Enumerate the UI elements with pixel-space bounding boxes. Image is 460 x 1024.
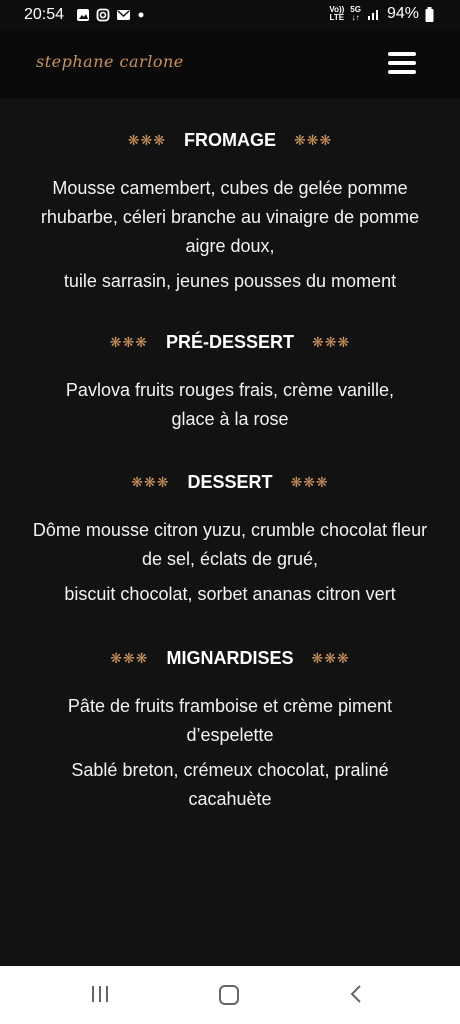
mail-icon	[117, 10, 130, 20]
dish-description: Mousse camembert, cubes de gelée pomme r…	[40, 178, 420, 256]
instagram-icon	[96, 8, 110, 22]
section-title: FROMAGE	[184, 129, 276, 150]
dish-description: Dôme mousse citron yuzu, crumble chocola…	[32, 520, 428, 569]
network-indicator: 5G ↓↑	[350, 5, 361, 22]
status-indicators: Vo)) LTE 5G ↓↑ 94%	[329, 5, 434, 23]
battery-percent: 94%	[386, 5, 419, 22]
menu-section-pre-dessert: ❋❋❋ PRÉ-DESSERT ❋❋❋ Pavlova fruits rouge…	[0, 330, 460, 434]
back-button[interactable]	[348, 984, 364, 1009]
dot-icon	[138, 12, 144, 18]
decorative-stars-icon: ❋❋❋	[109, 333, 148, 350]
back-chevron-icon	[350, 985, 361, 1003]
site-header: stephane carlone	[0, 30, 460, 98]
dish-description: tuile sarrasin, jeunes pousses du moment	[63, 271, 397, 291]
dish-description: Pâte de fruits framboise et crème piment…	[67, 696, 393, 745]
decorative-stars-icon: ❋❋❋	[294, 131, 333, 148]
site-logo[interactable]: stephane carlone	[36, 52, 184, 71]
dish-description: biscuit chocolat, sorbet ananas citron v…	[64, 584, 396, 604]
decorative-stars-icon: ❋❋❋	[311, 649, 350, 666]
system-navigation-bar	[0, 966, 460, 1024]
status-time: 20:54	[24, 6, 65, 23]
battery-icon	[425, 6, 434, 22]
decorative-stars-icon: ❋❋❋	[127, 131, 166, 148]
decorative-stars-icon: ❋❋❋	[312, 333, 351, 350]
menu-section-fromage: ❋❋❋ FROMAGE ❋❋❋ Mousse camembert, cubes …	[0, 128, 460, 296]
notification-icons	[76, 8, 145, 22]
menu-section-mignardises: ❋❋❋ MIGNARDISES ❋❋❋ Pâte de fruits framb…	[0, 646, 460, 814]
recent-apps-icon	[92, 986, 108, 1002]
menu-section-dessert: ❋❋❋ DESSERT ❋❋❋ Dôme mousse citron yuzu,…	[0, 470, 460, 609]
recent-apps-button[interactable]	[90, 984, 110, 1009]
decorative-stars-icon: ❋❋❋	[131, 473, 170, 490]
signal-icon	[367, 10, 378, 20]
section-title: MIGNARDISES	[166, 647, 294, 668]
dish-description: Pavlova fruits rouges frais, crème vanil…	[65, 380, 395, 429]
hamburger-menu-icon[interactable]	[388, 52, 416, 76]
volte-indicator: Vo)) LTE	[329, 5, 345, 22]
section-title: DESSERT	[187, 471, 273, 492]
decorative-stars-icon: ❋❋❋	[110, 649, 149, 666]
section-title: PRÉ-DESSERT	[165, 331, 295, 352]
status-bar: 20:54 Vo)) LTE 5G ↓↑ 94%	[0, 0, 460, 30]
gallery-icon	[77, 9, 89, 21]
home-icon	[219, 985, 239, 1005]
dish-description: Sablé breton, crémeux chocolat, praliné …	[71, 760, 389, 809]
home-button[interactable]	[218, 984, 240, 1011]
decorative-stars-icon: ❋❋❋	[290, 473, 329, 490]
